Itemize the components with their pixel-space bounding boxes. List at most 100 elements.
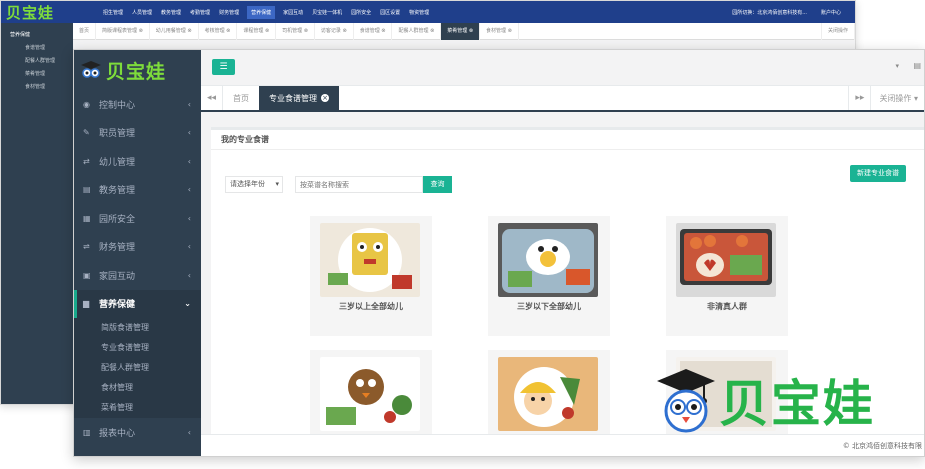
brand-watermark: 贝宝娃 (655, 365, 895, 435)
chevron-left-icon: ‹ (187, 213, 191, 223)
chevron-down-icon: ▾ (275, 180, 279, 188)
brand-text: 贝宝娃 (719, 375, 875, 433)
sidebar-item-label: 家园互动 (99, 271, 136, 282)
back-tab[interactable]: 菜肴管理 ⊗ (441, 22, 481, 40)
recipe-search-input[interactable] (295, 176, 423, 193)
recipe-image (498, 357, 598, 431)
recipe-card[interactable]: 三岁以上全部幼儿 (310, 216, 432, 336)
recipe-image (320, 223, 420, 297)
back-tab[interactable]: 课程管理 ⊗ (237, 22, 277, 40)
back-nav-item[interactable]: 园区设置 (379, 6, 401, 19)
tab-bar: ◂◂ 首页 专业食谱管理 × ▸▸ 关闭操作 ▾ (201, 86, 924, 112)
back-close-ops[interactable]: 关闭操作 (820, 22, 855, 40)
report-icon: ▥ (83, 427, 91, 437)
sidebar-item[interactable]: ▥ 报表中心 ‹ (74, 418, 201, 447)
close-operations-button[interactable]: 关闭操作 ▾ (870, 86, 924, 110)
back-tab[interactable]: 考核管理 ⊗ (199, 22, 238, 40)
chevron-left-icon: ‹ (187, 99, 191, 109)
sidebar-item-label: 营养保健 (99, 300, 136, 311)
sidebar-subitem[interactable]: 专业食谱管理 (74, 338, 201, 358)
back-tab[interactable]: 访客记录 ⊗ (315, 22, 354, 40)
recipe-card[interactable]: 非清真人群 (666, 216, 788, 336)
back-nav-item[interactable]: 人员管理 (131, 6, 153, 19)
tab-next-button[interactable]: ▸▸ (848, 86, 870, 110)
back-nav-item[interactable]: 园所安全 (350, 6, 372, 19)
new-recipe-button[interactable]: 新建专业食谱 (850, 165, 906, 182)
book-icon: ▤ (83, 185, 91, 195)
back-tab[interactable]: 食谱管理 ⊗ (354, 22, 393, 40)
dropdown-icon[interactable]: ▾ (895, 62, 899, 70)
back-tab[interactable]: 司机管理 ⊗ (276, 22, 315, 40)
back-side-item[interactable]: 食材管理 (1, 80, 73, 93)
sidebar-item-label: 报表中心 (99, 428, 136, 439)
chevron-down-icon: ⌄ (184, 299, 191, 309)
sidebar-item-label: 控制中心 (99, 100, 136, 111)
back-nav-item[interactable]: 教务管理 (160, 6, 182, 19)
back-nav-item[interactable]: 财务管理 (218, 6, 240, 19)
chevron-left-icon: ‹ (187, 156, 191, 166)
back-nav-item[interactable]: 家园互动 (282, 6, 304, 19)
recipe-card-label: 三岁以上全部幼儿 (339, 302, 403, 311)
sidebar-subitem[interactable]: 菜肴管理 (74, 398, 201, 418)
menu-toggle-button[interactable]: ☰ (212, 59, 235, 75)
logo-text: 贝宝娃 (106, 60, 167, 83)
sidebar-item[interactable]: ▣ 家园互动 ‹ (74, 261, 201, 290)
year-select[interactable]: 请选择年份 ▾ (225, 176, 283, 193)
dashboard-icon: ◉ (83, 99, 90, 109)
back-tab[interactable]: 简版课程表管理 ⊗ (96, 22, 150, 40)
chevron-left-icon: ‹ (187, 270, 191, 280)
owl-logo-icon (81, 61, 101, 78)
back-side-header[interactable]: 营养保健 (1, 28, 73, 41)
panel-title: 我的专业食谱 (211, 130, 924, 150)
wrench-icon: ✎ (83, 128, 90, 138)
back-top-nav: 贝宝娃 招生管理 人员管理 教务管理 考勤管理 财务管理 营养保健 家园互动 贝宝娃一体机 园所… (1, 1, 855, 23)
sidebar-item[interactable]: ◉ 控制中心 ‹ (74, 90, 201, 119)
sidebar-item[interactable]: ✎ 职员管理 ‹ (74, 119, 201, 148)
chevron-left-icon: ‹ (187, 427, 191, 437)
back-tab[interactable]: 幼儿用餐管理 ⊗ (150, 22, 199, 40)
image-icon: ▣ (83, 270, 91, 280)
back-top-right-item[interactable]: 园所切换：北京鸿佰创意科技有... (732, 9, 807, 16)
back-nav-menu: 招生管理 人员管理 教务管理 考勤管理 财务管理 营养保健 家园互动 贝宝娃一体机 园所安全 园区… (102, 5, 430, 19)
sidebar-item-label: 财务管理 (99, 243, 136, 254)
sidebar-item[interactable]: ▆ 营养保健 ⌄ (74, 289, 201, 318)
sidebar-item[interactable]: ▤ 教务管理 ‹ (74, 176, 201, 205)
cart-icon: ▦ (83, 213, 91, 223)
tab-professional-recipes[interactable]: 专业食谱管理 × (259, 86, 339, 110)
sidebar-subitem[interactable]: 食材管理 (74, 378, 201, 398)
back-side-item[interactable]: 菜肴管理 (1, 67, 73, 80)
chevron-down-icon: ▾ (911, 93, 918, 103)
back-tab[interactable]: 首页 (73, 22, 97, 40)
back-logo: 贝宝娃 (6, 3, 55, 22)
back-nav-item[interactable]: 营养保健 (247, 5, 276, 19)
back-sidebar: 营养保健 食谱管理 配餐人群管理 菜肴管理 食材管理 (1, 23, 73, 404)
back-top-right-item[interactable]: 账户中心 (821, 9, 841, 16)
tab-prev-button[interactable]: ◂◂ (201, 86, 223, 110)
back-nav-item[interactable]: 招生管理 (102, 6, 124, 19)
back-tab[interactable]: 食材管理 ⊗ (480, 22, 519, 40)
back-tab-bar: 首页 简版课程表管理 ⊗ 幼儿用餐管理 ⊗ 考核管理 ⊗ 课程管理 ⊗ 司机管理 ⊗ 访客记… (73, 22, 855, 40)
close-icon[interactable]: × (321, 94, 329, 102)
back-nav-item[interactable]: 贝宝娃一体机 (311, 6, 343, 19)
sidebar-item[interactable]: ⇌ 财务管理 ‹ (74, 233, 201, 262)
chevron-left-icon: ‹ (187, 185, 191, 195)
sidebar-item-label: 园所安全 (99, 214, 136, 225)
back-side-item[interactable]: 食谱管理 (1, 41, 73, 54)
back-nav-item[interactable]: 物资管理 (408, 6, 430, 19)
chevron-left-icon: ‹ (187, 242, 191, 252)
grid-icon[interactable]: ▤ (913, 61, 921, 70)
recipe-card[interactable]: 三岁以下全部幼儿 (488, 216, 610, 336)
sidebar-item-label: 教务管理 (99, 186, 136, 197)
tab-home[interactable]: 首页 (223, 86, 259, 110)
back-side-item[interactable]: 配餐人群管理 (1, 54, 73, 67)
sidebar-subitem[interactable]: 简版食谱管理 (74, 318, 201, 338)
query-button[interactable]: 查询 (423, 176, 452, 193)
sidebar-item[interactable]: ⇄ 幼儿管理 ‹ (74, 147, 201, 176)
sidebar-item[interactable]: ▦ 园所安全 ‹ (74, 204, 201, 233)
back-nav-item[interactable]: 考勤管理 (189, 6, 211, 19)
owl-mascot-icon (657, 369, 715, 433)
back-tab[interactable]: 配餐人群管理 ⊗ (392, 22, 442, 40)
recipe-card-label: 非清真人群 (707, 302, 747, 311)
sidebar: 贝宝娃 ◉ 控制中心 ‹ ✎ 职员管理 ‹ ⇄ 幼儿管理 ‹ ▤ 教务管理 ‹ ▦ 园所安全 ‹ ⇌ 财务管理 ‹… (74, 50, 201, 456)
sidebar-subitem[interactable]: 配餐人群管理 (74, 358, 201, 378)
